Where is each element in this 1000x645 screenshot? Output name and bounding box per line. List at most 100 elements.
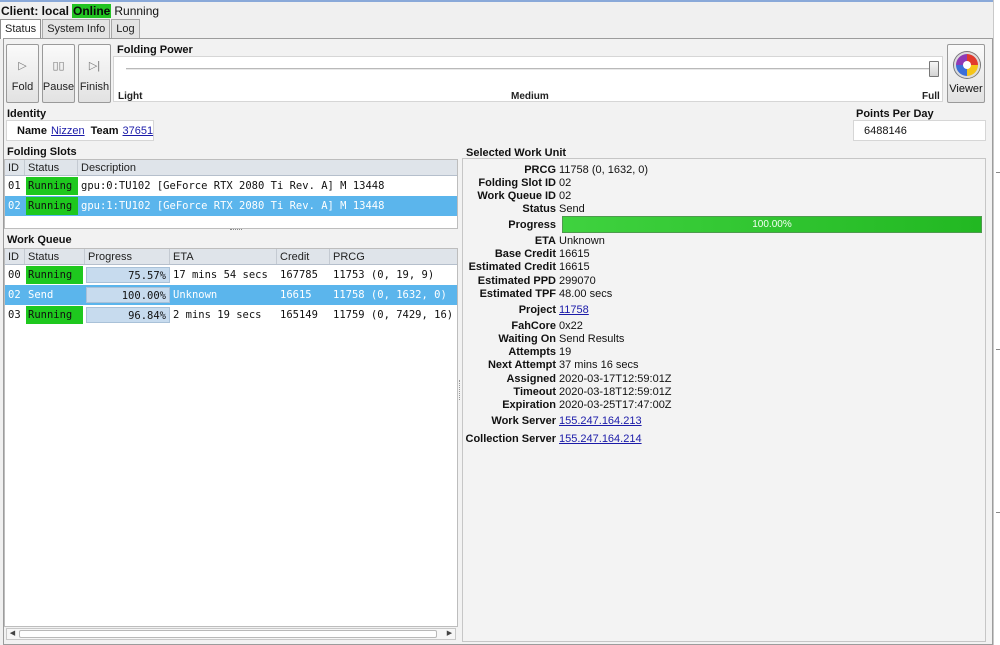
finish-icon: ▷| <box>88 60 101 72</box>
work-unit-progress-bar: 100.00% <box>562 216 982 233</box>
col-status[interactable]: Status <box>25 249 85 264</box>
pause-button[interactable]: ▯▯ Pause <box>42 44 75 103</box>
vertical-splitter-handle[interactable] <box>459 380 461 400</box>
slot-status-cell: Running <box>25 177 78 195</box>
tab-status[interactable]: Status <box>0 19 42 39</box>
field-expiration: Expiration 2020-03-25T17:47:00Z <box>462 398 671 411</box>
field-value: 11758 (0, 1632, 0) <box>559 163 649 176</box>
tab-log[interactable]: Log <box>111 19 140 38</box>
collection-server-link[interactable]: 155.247.164.214 <box>559 433 642 445</box>
horizontal-splitter-handle[interactable] <box>230 229 242 231</box>
pause-icon: ▯▯ <box>52 60 65 72</box>
slider-track[interactable] <box>126 68 936 70</box>
work-queue-header: ID Status Progress ETA Credit PRCG <box>5 249 457 265</box>
scroll-right-icon[interactable]: ▶ <box>444 629 455 639</box>
folding-slots-header: ID Status Description <box>5 160 457 176</box>
field-value: 299070 <box>559 274 596 287</box>
wu-id: 02 <box>8 289 21 301</box>
slot-description: gpu:0:TU102 [GeForce RTX 2080 Ti Rev. A]… <box>81 180 385 192</box>
col-id[interactable]: ID <box>5 160 25 175</box>
fold-button[interactable]: ▷ Fold <box>6 44 39 103</box>
wu-eta: Unknown <box>173 289 218 301</box>
work-server-link[interactable]: 155.247.164.213 <box>559 415 642 427</box>
field-label: Collection Server <box>465 432 556 445</box>
col-prcg[interactable]: PRCG <box>330 249 457 264</box>
wu-eta: 2 mins 19 secs <box>173 309 262 321</box>
slot-id: 02 <box>8 200 21 212</box>
identity-name-link[interactable]: Nizzen <box>51 125 85 137</box>
wu-status-cell: Send <box>25 286 85 304</box>
col-credit[interactable]: Credit <box>277 249 330 264</box>
field-label: Project <box>518 303 556 316</box>
identity-title: Identity <box>7 108 47 120</box>
col-status[interactable]: Status <box>25 160 78 175</box>
folding-slots-table: ID Status Description 01 Running gpu:0:T… <box>4 159 458 229</box>
wu-progress-cell: 96.84% <box>85 307 170 323</box>
wu-eta: 17 mins 54 secs <box>173 269 268 281</box>
folding-power-slider[interactable]: Light Medium Full <box>113 56 943 102</box>
work-queue-title: Work Queue <box>7 234 72 246</box>
table-row[interactable]: 00 Running 75.57% 17 mins 54 secs 167785… <box>5 265 457 285</box>
field-label: PRCG <box>524 163 556 176</box>
field-label: Base Credit <box>494 247 556 260</box>
field-progress: Progress <box>462 218 559 231</box>
ppd-value: 6488146 <box>864 124 907 137</box>
status-badge: Running <box>26 177 78 195</box>
table-row[interactable]: 01 Running gpu:0:TU102 [GeForce RTX 2080… <box>5 176 457 196</box>
client-label: Client: local <box>1 3 70 18</box>
field-collection-server: Collection Server 155.247.164.214 <box>462 432 642 445</box>
field-value: 2020-03-17T12:59:01Z <box>559 372 672 385</box>
field-label: Estimated PPD <box>477 274 556 287</box>
slot-description: gpu:1:TU102 [GeForce RTX 2080 Ti Rev. A]… <box>81 200 385 212</box>
identity-name-label: Name <box>17 124 47 137</box>
fold-button-label: Fold <box>11 81 34 93</box>
ppd-box: 6488146 <box>853 120 986 141</box>
scroll-left-icon[interactable]: ◀ <box>7 629 18 639</box>
ppd-title: Points Per Day <box>856 108 934 120</box>
finish-button[interactable]: ▷| Finish <box>78 44 111 103</box>
wu-status-cell: Running <box>25 306 85 324</box>
field-value: 02 <box>559 189 572 202</box>
field-eta: ETA Unknown <box>462 234 605 247</box>
slider-thumb[interactable] <box>929 61 939 77</box>
field-value: 02 <box>559 176 572 189</box>
field-folding-slot-id: Folding Slot ID 02 <box>462 176 571 189</box>
connection-status-badge: Online <box>72 3 112 18</box>
field-work-server: Work Server 155.247.164.213 <box>462 414 642 427</box>
folding-slots-title: Folding Slots <box>7 146 77 158</box>
wu-prcg: 11759 (0, 7429, 16) <box>333 309 454 321</box>
col-progress[interactable]: Progress <box>85 249 170 264</box>
col-description[interactable]: Description <box>78 160 457 175</box>
field-value: 19 <box>559 345 572 358</box>
progress-value: 100.00% <box>86 287 170 303</box>
table-row-selected[interactable]: 02 Running gpu:1:TU102 [GeForce RTX 2080… <box>5 196 457 216</box>
tab-system-info[interactable]: System Info <box>42 19 111 38</box>
progress-value: 96.84% <box>86 307 170 323</box>
field-label: Folding Slot ID <box>478 176 556 189</box>
field-label: Attempts <box>508 345 556 358</box>
field-base-credit: Base Credit 16615 <box>462 247 590 260</box>
viewer-button[interactable]: Viewer <box>947 44 985 103</box>
field-value: Send <box>559 202 585 215</box>
table-row-selected[interactable]: 02 Send 100.00% Unknown 16615 11758 (0, … <box>5 285 457 305</box>
wu-status-cell: Running <box>25 266 85 284</box>
window-top-border <box>0 0 1000 2</box>
col-id[interactable]: ID <box>5 249 25 264</box>
slider-label-light: Light <box>118 91 143 102</box>
edge-mark <box>996 349 1000 350</box>
field-value: 2020-03-18T12:59:01Z <box>559 385 672 398</box>
col-eta[interactable]: ETA <box>170 249 277 264</box>
field-next-attempt: Next Attempt 37 mins 16 secs <box>462 358 639 371</box>
scrollbar-thumb[interactable] <box>19 630 437 638</box>
project-link[interactable]: 11758 <box>559 304 589 316</box>
field-estimated-tpf: Estimated TPF 48.00 secs <box>462 287 613 300</box>
horizontal-scrollbar[interactable]: ◀ ▶ <box>6 628 456 640</box>
field-label: Next Attempt <box>487 358 556 371</box>
pause-button-label: Pause <box>42 81 75 93</box>
table-row[interactable]: 03 Running 96.84% 2 mins 19 secs 165149 … <box>5 305 457 325</box>
field-project: Project 11758 <box>462 303 589 316</box>
status-badge: Running <box>26 306 83 324</box>
field-assigned: Assigned 2020-03-17T12:59:01Z <box>462 372 672 385</box>
status-badge: Send <box>28 289 54 301</box>
identity-team-link[interactable]: 37651 <box>123 125 154 137</box>
